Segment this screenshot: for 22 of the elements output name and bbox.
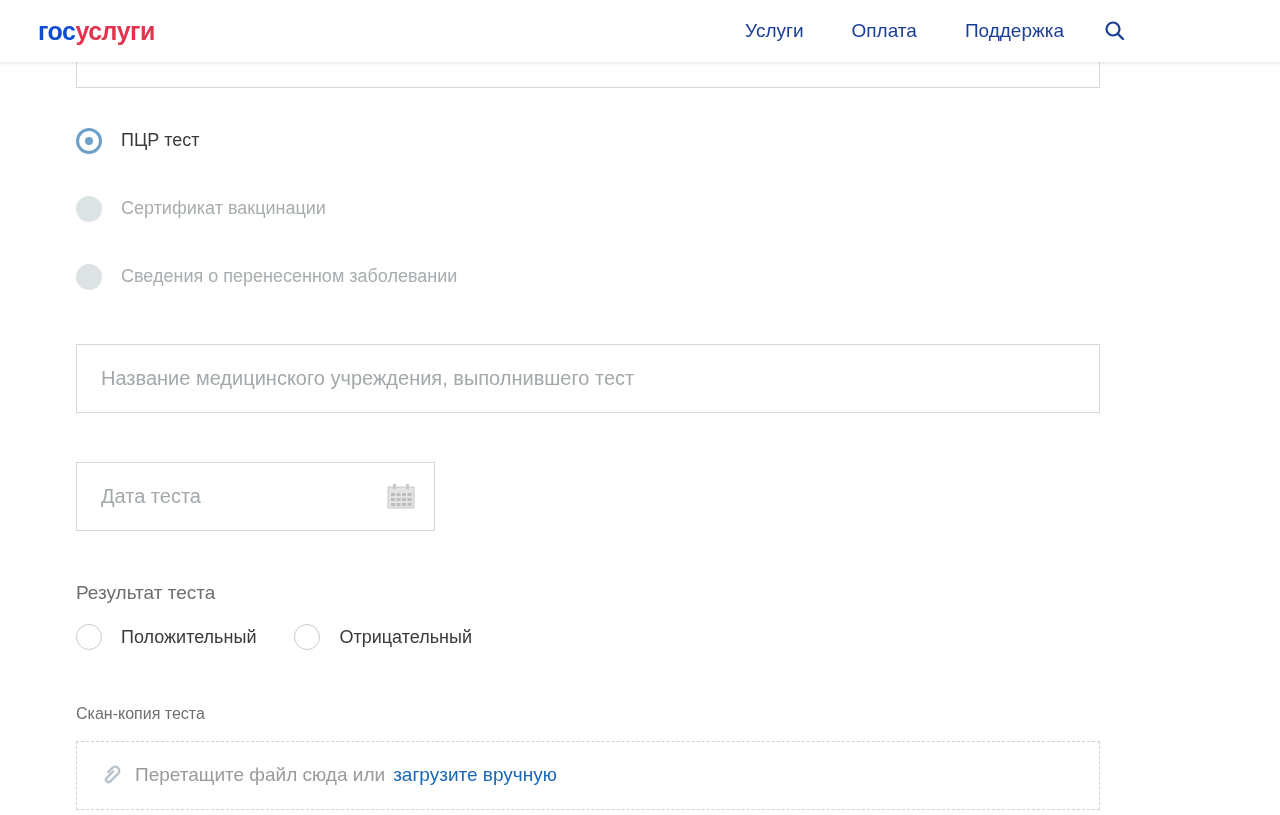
- radio-label: Сертификат вакцинации: [121, 197, 326, 220]
- input-field[interactable]: Название медицинского учреждения, выполнившего тест: [76, 344, 1100, 413]
- field-label: Результат теста: [76, 581, 217, 605]
- input-field[interactable]: [76, 62, 1100, 88]
- nav-link[interactable]: Услуги: [745, 16, 804, 46]
- radio-label: Положительный: [121, 625, 257, 649]
- radio-button[interactable]: [76, 624, 102, 650]
- radio-label: Отрицательный: [339, 625, 472, 649]
- nav-link[interactable]: Оплата: [851, 16, 917, 46]
- field-label: Скан-копия теста: [76, 703, 206, 724]
- drop-hint: Перетащите файл сюда или: [135, 762, 386, 787]
- nav-link[interactable]: Поддержка: [964, 16, 1064, 46]
- logo[interactable]: госуслуги: [38, 18, 155, 44]
- radio-label: Сведения о перенесенном заболевании: [121, 265, 458, 288]
- search-icon[interactable]: [1104, 20, 1126, 42]
- radio-button[interactable]: [294, 624, 321, 650]
- date-field[interactable]: Дата теста: [76, 462, 435, 531]
- radio-label: ПЦР тест: [121, 129, 200, 152]
- file-drop-zone[interactable]: Перетащите файл сюда или загрузите вручную: [76, 740, 1100, 810]
- radio-button[interactable]: [76, 127, 102, 154]
- upload-link[interactable]: загрузите вручную: [393, 760, 557, 790]
- calendar-icon[interactable]: [387, 483, 415, 509]
